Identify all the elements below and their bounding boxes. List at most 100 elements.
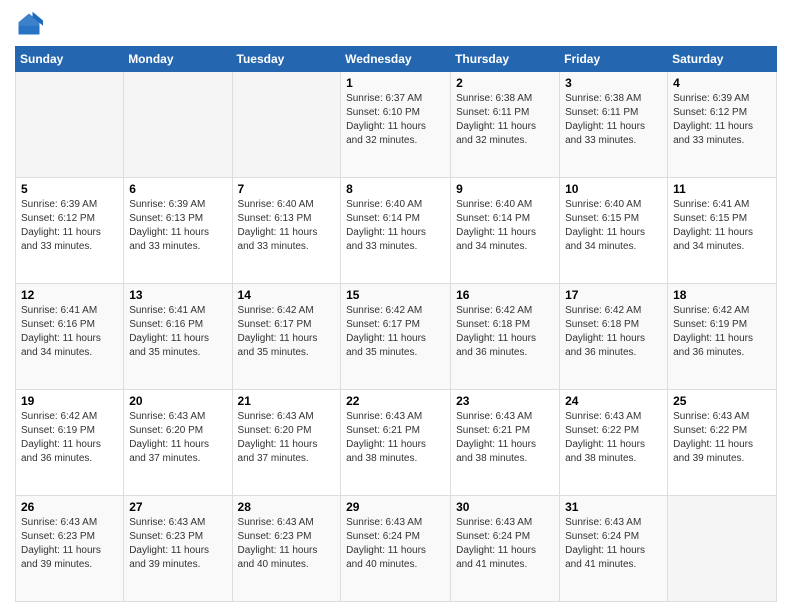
calendar-day-29: 29 Sunrise: 6:43 AM Sunset: 6:24 PM Dayli… bbox=[341, 496, 451, 602]
day-info: Sunrise: 6:40 AM Sunset: 6:14 PM Dayligh… bbox=[346, 198, 445, 254]
day-info: Sunrise: 6:41 AM Sunset: 6:16 PM Dayligh… bbox=[21, 304, 118, 360]
logo-icon bbox=[15, 10, 43, 38]
day-number: 29 bbox=[346, 500, 445, 514]
day-number: 10 bbox=[565, 182, 662, 196]
calendar-day-30: 30 Sunrise: 6:43 AM Sunset: 6:24 PM Dayli… bbox=[451, 496, 560, 602]
day-info: Sunrise: 6:42 AM Sunset: 6:17 PM Dayligh… bbox=[346, 304, 445, 360]
day-info: Sunrise: 6:39 AM Sunset: 6:12 PM Dayligh… bbox=[21, 198, 118, 254]
day-info: Sunrise: 6:42 AM Sunset: 6:18 PM Dayligh… bbox=[456, 304, 554, 360]
day-number: 15 bbox=[346, 288, 445, 302]
calendar-weekday-sunday: Sunday bbox=[16, 47, 124, 72]
day-info: Sunrise: 6:43 AM Sunset: 6:20 PM Dayligh… bbox=[238, 410, 336, 466]
calendar-week-row: 5 Sunrise: 6:39 AM Sunset: 6:12 PM Daylig… bbox=[16, 178, 777, 284]
calendar-day-17: 17 Sunrise: 6:42 AM Sunset: 6:18 PM Dayli… bbox=[560, 284, 668, 390]
day-info: Sunrise: 6:42 AM Sunset: 6:19 PM Dayligh… bbox=[673, 304, 771, 360]
logo bbox=[15, 10, 47, 38]
calendar-day-31: 31 Sunrise: 6:43 AM Sunset: 6:24 PM Dayli… bbox=[560, 496, 668, 602]
day-info: Sunrise: 6:40 AM Sunset: 6:14 PM Dayligh… bbox=[456, 198, 554, 254]
day-number: 8 bbox=[346, 182, 445, 196]
day-number: 3 bbox=[565, 76, 662, 90]
calendar-day-11: 11 Sunrise: 6:41 AM Sunset: 6:15 PM Dayli… bbox=[668, 178, 777, 284]
calendar-day-5: 5 Sunrise: 6:39 AM Sunset: 6:12 PM Daylig… bbox=[16, 178, 124, 284]
day-number: 7 bbox=[238, 182, 336, 196]
calendar-week-row: 12 Sunrise: 6:41 AM Sunset: 6:16 PM Dayli… bbox=[16, 284, 777, 390]
calendar-day-13: 13 Sunrise: 6:41 AM Sunset: 6:16 PM Dayli… bbox=[124, 284, 232, 390]
day-number: 12 bbox=[21, 288, 118, 302]
day-info: Sunrise: 6:43 AM Sunset: 6:23 PM Dayligh… bbox=[129, 516, 226, 572]
calendar-weekday-saturday: Saturday bbox=[668, 47, 777, 72]
day-number: 13 bbox=[129, 288, 226, 302]
calendar-day-3: 3 Sunrise: 6:38 AM Sunset: 6:11 PM Daylig… bbox=[560, 72, 668, 178]
calendar-week-row: 26Sunrise: 6:43 AM Sunset: 6:23 PM Dayli… bbox=[16, 496, 777, 602]
day-number: 23 bbox=[456, 394, 554, 408]
day-info: Sunrise: 6:43 AM Sunset: 6:24 PM Dayligh… bbox=[346, 516, 445, 572]
calendar-day-10: 10 Sunrise: 6:40 AM Sunset: 6:15 PM Dayli… bbox=[560, 178, 668, 284]
day-info: Sunrise: 6:38 AM Sunset: 6:11 PM Dayligh… bbox=[456, 92, 554, 148]
day-number: 22 bbox=[346, 394, 445, 408]
day-info: Sunrise: 6:38 AM Sunset: 6:11 PM Dayligh… bbox=[565, 92, 662, 148]
calendar-day-21: 21 Sunrise: 6:43 AM Sunset: 6:20 PM Dayli… bbox=[232, 390, 341, 496]
calendar-empty-cell bbox=[232, 72, 341, 178]
calendar-day-2: 2 Sunrise: 6:38 AM Sunset: 6:11 PM Daylig… bbox=[451, 72, 560, 178]
calendar-table: SundayMondayTuesdayWednesdayThursdayFrid… bbox=[15, 46, 777, 602]
calendar-day-18: 18 Sunrise: 6:42 AM Sunset: 6:19 PM Dayli… bbox=[668, 284, 777, 390]
day-number: 17 bbox=[565, 288, 662, 302]
calendar-weekday-tuesday: Tuesday bbox=[232, 47, 341, 72]
day-number: 20 bbox=[129, 394, 226, 408]
day-info: Sunrise: 6:43 AM Sunset: 6:22 PM Dayligh… bbox=[673, 410, 771, 466]
page: SundayMondayTuesdayWednesdayThursdayFrid… bbox=[0, 0, 792, 612]
day-number: 25 bbox=[673, 394, 771, 408]
calendar-weekday-friday: Friday bbox=[560, 47, 668, 72]
day-number: 19 bbox=[21, 394, 118, 408]
day-number: 16 bbox=[456, 288, 554, 302]
day-info: Sunrise: 6:41 AM Sunset: 6:16 PM Dayligh… bbox=[129, 304, 226, 360]
calendar-weekday-thursday: Thursday bbox=[451, 47, 560, 72]
day-number: 21 bbox=[238, 394, 336, 408]
day-number: 5 bbox=[21, 182, 118, 196]
calendar-day-22: 22 Sunrise: 6:43 AM Sunset: 6:21 PM Dayli… bbox=[341, 390, 451, 496]
calendar-day-27: 27 Sunrise: 6:43 AM Sunset: 6:23 PM Dayli… bbox=[124, 496, 232, 602]
calendar-day-9: 9 Sunrise: 6:40 AM Sunset: 6:14 PM Daylig… bbox=[451, 178, 560, 284]
day-info: Sunrise: 6:42 AM Sunset: 6:18 PM Dayligh… bbox=[565, 304, 662, 360]
day-info: Sunrise: 6:39 AM Sunset: 6:12 PM Dayligh… bbox=[673, 92, 771, 148]
day-number: 2 bbox=[456, 76, 554, 90]
day-info: Sunrise: 6:43 AM Sunset: 6:21 PM Dayligh… bbox=[456, 410, 554, 466]
calendar-day-24: 24Sunrise: 6:43 AM Sunset: 6:22 PM Dayli… bbox=[560, 390, 668, 496]
day-number: 27 bbox=[129, 500, 226, 514]
calendar-day-12: 12 Sunrise: 6:41 AM Sunset: 6:16 PM Dayli… bbox=[16, 284, 124, 390]
day-number: 11 bbox=[673, 182, 771, 196]
calendar-empty-cell bbox=[16, 72, 124, 178]
calendar-header-row: SundayMondayTuesdayWednesdayThursdayFrid… bbox=[16, 47, 777, 72]
day-info: Sunrise: 6:41 AM Sunset: 6:15 PM Dayligh… bbox=[673, 198, 771, 254]
calendar-empty-cell bbox=[124, 72, 232, 178]
calendar-day-7: 7Sunrise: 6:40 AM Sunset: 6:13 PM Daylig… bbox=[232, 178, 341, 284]
day-info: Sunrise: 6:43 AM Sunset: 6:24 PM Dayligh… bbox=[565, 516, 662, 572]
day-number: 9 bbox=[456, 182, 554, 196]
calendar-day-26: 26Sunrise: 6:43 AM Sunset: 6:23 PM Dayli… bbox=[16, 496, 124, 602]
day-info: Sunrise: 6:37 AM Sunset: 6:10 PM Dayligh… bbox=[346, 92, 445, 148]
calendar-week-row: 19 Sunrise: 6:42 AM Sunset: 6:19 PM Dayli… bbox=[16, 390, 777, 496]
day-info: Sunrise: 6:43 AM Sunset: 6:22 PM Dayligh… bbox=[565, 410, 662, 466]
day-number: 18 bbox=[673, 288, 771, 302]
calendar-day-25: 25 Sunrise: 6:43 AM Sunset: 6:22 PM Dayli… bbox=[668, 390, 777, 496]
day-info: Sunrise: 6:43 AM Sunset: 6:21 PM Dayligh… bbox=[346, 410, 445, 466]
header bbox=[15, 10, 777, 38]
calendar-day-14: 14 Sunrise: 6:42 AM Sunset: 6:17 PM Dayli… bbox=[232, 284, 341, 390]
day-number: 6 bbox=[129, 182, 226, 196]
day-number: 28 bbox=[238, 500, 336, 514]
day-info: Sunrise: 6:42 AM Sunset: 6:17 PM Dayligh… bbox=[238, 304, 336, 360]
day-number: 30 bbox=[456, 500, 554, 514]
calendar-day-8: 8 Sunrise: 6:40 AM Sunset: 6:14 PM Daylig… bbox=[341, 178, 451, 284]
day-info: Sunrise: 6:40 AM Sunset: 6:15 PM Dayligh… bbox=[565, 198, 662, 254]
day-number: 14 bbox=[238, 288, 336, 302]
calendar-day-6: 6 Sunrise: 6:39 AM Sunset: 6:13 PM Daylig… bbox=[124, 178, 232, 284]
day-info: Sunrise: 6:43 AM Sunset: 6:24 PM Dayligh… bbox=[456, 516, 554, 572]
calendar-day-23: 23 Sunrise: 6:43 AM Sunset: 6:21 PM Dayli… bbox=[451, 390, 560, 496]
calendar-day-20: 20Sunrise: 6:43 AM Sunset: 6:20 PM Dayli… bbox=[124, 390, 232, 496]
calendar-weekday-monday: Monday bbox=[124, 47, 232, 72]
day-info: Sunrise: 6:42 AM Sunset: 6:19 PM Dayligh… bbox=[21, 410, 118, 466]
calendar-day-1: 1Sunrise: 6:37 AM Sunset: 6:10 PM Daylig… bbox=[341, 72, 451, 178]
day-info: Sunrise: 6:39 AM Sunset: 6:13 PM Dayligh… bbox=[129, 198, 226, 254]
day-number: 31 bbox=[565, 500, 662, 514]
day-number: 4 bbox=[673, 76, 771, 90]
